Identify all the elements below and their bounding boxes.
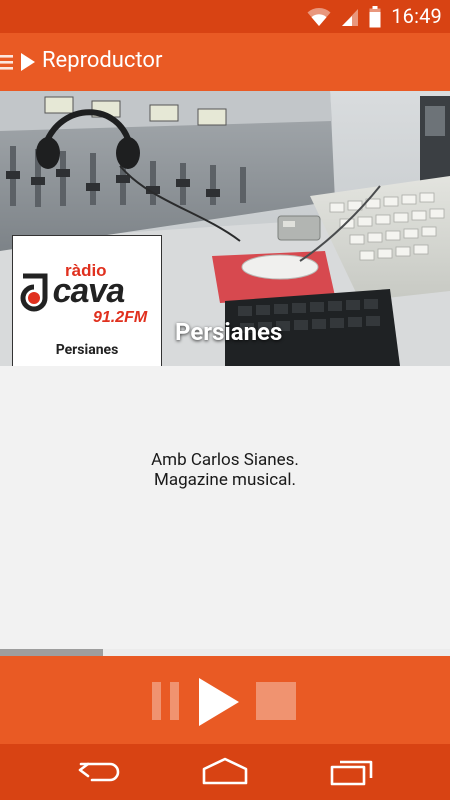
play-small-icon	[21, 53, 35, 71]
description-line-2: Magazine musical.	[153, 470, 297, 490]
status-clock: 16:49	[391, 4, 442, 28]
description-panel: Amb Carlos Sianes. Magazine musical.	[0, 366, 450, 656]
pause-icon	[152, 682, 161, 720]
signal-icon	[342, 8, 359, 26]
app-bar: Reproductor	[0, 33, 450, 91]
player-controls	[0, 656, 450, 744]
pause-button[interactable]	[152, 682, 180, 720]
play-button[interactable]	[197, 676, 241, 728]
progress-fill	[0, 649, 103, 656]
radio-cava-logo: ràdio cava 91.2FM	[20, 261, 148, 326]
battery-icon	[369, 5, 381, 27]
status-icons: 16:49	[307, 4, 442, 29]
back-button[interactable]	[78, 756, 122, 786]
status-bar: 16:49	[0, 0, 450, 33]
stop-icon	[256, 682, 296, 720]
system-nav-bar	[0, 744, 450, 800]
station-logo: ràdio cava 91.2FM Persianes	[12, 235, 162, 385]
home-icon	[202, 757, 248, 785]
logo-frequency-text: 91.2FM	[93, 309, 148, 326]
playback-progress[interactable]	[0, 649, 450, 656]
program-description: Amb Carlos Sianes. Magazine musical.	[0, 450, 450, 490]
recents-button[interactable]	[330, 756, 374, 786]
menu-icon[interactable]	[0, 52, 14, 72]
program-title: Persianes	[175, 318, 283, 346]
logo-cava-text: cava	[50, 272, 129, 310]
wifi-icon	[307, 7, 331, 26]
back-icon	[78, 762, 120, 782]
home-button[interactable]	[201, 756, 249, 786]
description-line-1: Amb Carlos Sianes.	[151, 450, 299, 470]
stop-button[interactable]	[256, 682, 296, 720]
page-title: Reproductor	[42, 48, 163, 73]
play-icon	[199, 678, 239, 726]
logo-caption: Persianes	[55, 342, 119, 358]
recents-icon	[330, 760, 373, 786]
